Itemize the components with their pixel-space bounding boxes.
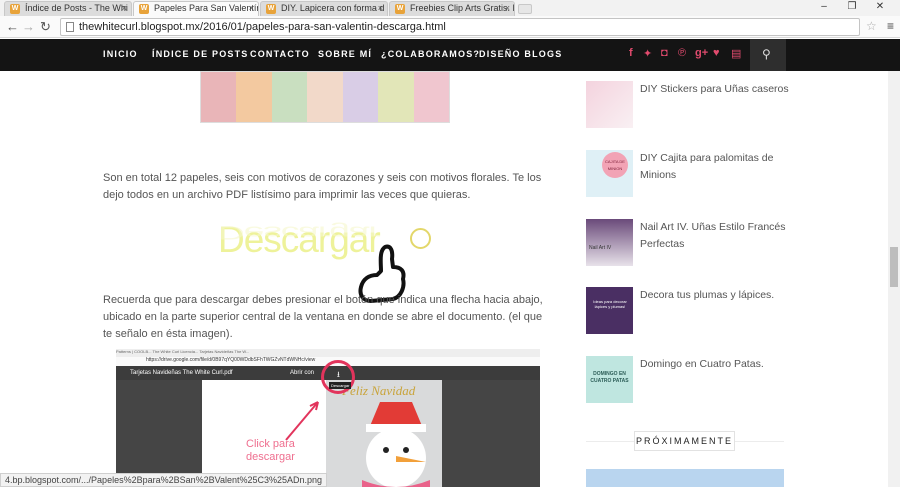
sidebar-thumb[interactable]: DOMINGO EN CUATRO PATAS xyxy=(586,356,633,403)
paper-swatch xyxy=(236,72,272,122)
facebook-icon[interactable]: f xyxy=(629,47,633,59)
forward-arrow-icon[interactable]: → xyxy=(22,19,35,35)
section-heading: PRÓXIMAMENTE xyxy=(634,431,735,451)
tab-label: Freebies Clip Arts Gratis. E xyxy=(410,3,515,13)
sidebar-thumb[interactable]: Ideas para decorar lápices y plumas! xyxy=(586,287,633,334)
ss-christmas-card: Feliz Navidad xyxy=(326,380,442,487)
nav-item-inicio[interactable]: INICIO xyxy=(103,49,138,59)
window-close-icon[interactable]: ✕ xyxy=(866,0,894,14)
tutorial-screenshot: Patterns | COOLB... The White Curl Licen… xyxy=(116,349,540,487)
paper-swatch xyxy=(271,72,308,122)
blog-favicon-icon: W xyxy=(266,4,276,14)
heart-icon[interactable]: ♥ xyxy=(713,47,720,59)
page-icon xyxy=(66,22,74,32)
ss-right-panel xyxy=(442,380,540,487)
papers-preview-image xyxy=(200,71,450,123)
sidebar-thumb[interactable]: CAJITA DE MINION xyxy=(586,150,633,197)
star-icon[interactable]: ☆ xyxy=(866,19,877,33)
address-url: thewhitecurl.blogspot.mx/2016/01/papeles… xyxy=(79,21,446,33)
paper-swatch xyxy=(413,72,449,122)
new-tab-button[interactable] xyxy=(518,4,532,14)
sidebar-post-title[interactable]: DIY Cajita para palomitas de Minions xyxy=(640,150,790,184)
instagram-icon[interactable]: ◘ xyxy=(661,47,668,59)
browser-tab[interactable]: W DIY. Lapicera con forma d × xyxy=(260,1,388,16)
back-arrow-icon[interactable]: ← xyxy=(6,19,19,35)
tab-label: DIY. Lapicera con forma d xyxy=(281,3,385,13)
sidebar-thumb-label: DOMINGO EN CUATRO PATAS xyxy=(590,371,629,384)
ss-left-panel xyxy=(116,380,202,487)
download-reflection: Descargar xyxy=(218,222,380,244)
twitter-icon[interactable]: ✦ xyxy=(643,47,652,60)
callout-arrow-icon xyxy=(285,401,319,441)
post-paragraph: Recuerda que para descargar debes presio… xyxy=(103,294,543,340)
address-bar[interactable]: thewhitecurl.blogspot.mx/2016/01/papeles… xyxy=(60,18,860,36)
ss-open-with: Abrir con xyxy=(290,370,315,376)
site-navigation: INICIO ÍNDICE DE POSTS CONTACTO SOBRE MÍ… xyxy=(0,39,900,71)
search-icon: ⚲ xyxy=(762,47,771,61)
ss-tooltip: Descargar xyxy=(329,382,352,389)
nav-item-colaboramos[interactable]: ¿COLABORAMOS? xyxy=(381,49,480,59)
tab-label: Papeles Para San Valentín xyxy=(154,3,259,13)
sidebar-thumb[interactable] xyxy=(586,81,633,128)
ss-doc-title: Tarjetas Navideñas The White Curl.pdf xyxy=(130,370,233,376)
search-button[interactable]: ⚲ xyxy=(750,39,786,71)
paper-swatch xyxy=(342,72,379,122)
reload-icon[interactable]: ↻ xyxy=(40,19,51,35)
paper-swatch xyxy=(378,72,414,122)
ss-card-title: Feliz Navidad xyxy=(342,383,416,398)
nav-item-diseno-blogs[interactable]: DISEÑO BLOGS xyxy=(479,49,562,59)
sidebar-post-title[interactable]: Nail Art IV. Uñas Estilo Francés Perfect… xyxy=(640,219,790,253)
blog-favicon-icon: W xyxy=(395,4,405,14)
status-bar: 4.bp.blogspot.com/.../Papeles%2Bpara%2BS… xyxy=(0,473,328,487)
close-icon[interactable]: × xyxy=(249,2,254,15)
sidebar-post-title[interactable]: Decora tus plumas y lápices. xyxy=(640,287,790,304)
paper-swatch xyxy=(201,72,237,122)
browser-tab[interactable]: W Índice de Posts - The Whi × xyxy=(4,1,132,16)
sidebar-thumb-label: Ideas para decorar lápices y plumas! xyxy=(593,299,627,309)
ss-browser-tabs: Patterns | COOLB... The White Curl Licen… xyxy=(116,349,540,357)
close-icon[interactable]: × xyxy=(505,2,510,15)
browser-tab[interactable]: W Freebies Clip Arts Gratis. E × xyxy=(389,1,515,16)
sidebar-post-title[interactable]: DIY Stickers para Uñas caseros xyxy=(640,81,790,98)
nav-item-contacto[interactable]: CONTACTO xyxy=(250,49,310,59)
upcoming-thumb[interactable] xyxy=(586,469,784,487)
snowman-illustration xyxy=(362,402,430,487)
minimize-icon[interactable]: – xyxy=(810,0,838,14)
browser-toolbar: ← → ↻ thewhitecurl.blogspot.mx/2016/01/p… xyxy=(0,16,900,38)
nav-item-sobre-mi[interactable]: SOBRE MÍ xyxy=(318,49,372,59)
paper-swatch xyxy=(307,72,343,122)
pinterest-icon[interactable]: ℗ xyxy=(678,47,686,59)
close-icon[interactable]: × xyxy=(122,2,127,15)
blog-favicon-icon: W xyxy=(10,4,20,14)
google-plus-icon[interactable]: g+ xyxy=(695,47,708,59)
sidebar-thumb-label: Nail Art IV xyxy=(589,245,612,251)
sidebar-thumb[interactable]: Nail Art IV xyxy=(586,219,633,266)
post-paragraph: Son en total 12 papeles, seis con motivo… xyxy=(103,172,542,201)
menu-icon[interactable]: ≡ xyxy=(887,19,894,33)
sidebar-thumb-label: CAJITA DE MINION xyxy=(602,152,628,178)
browser-tabstrip: W Índice de Posts - The Whi × W Papeles … xyxy=(0,0,900,16)
tab-label: Índice de Posts - The Whi xyxy=(25,3,128,13)
scrollbar-thumb[interactable] xyxy=(890,247,898,287)
scrollbar[interactable] xyxy=(888,71,900,487)
nav-item-indice[interactable]: ÍNDICE DE POSTS xyxy=(152,49,249,59)
book-icon[interactable]: ▤ xyxy=(731,47,741,60)
blog-favicon-icon: W xyxy=(139,4,149,14)
close-icon[interactable]: × xyxy=(378,2,383,15)
browser-tab-active[interactable]: W Papeles Para San Valentín × xyxy=(133,1,259,16)
download-icon: ⭳ xyxy=(337,370,340,379)
page-content: Son en total 12 papeles, seis con motivo… xyxy=(0,71,888,487)
ss-page-area: Click para descargar xyxy=(202,380,326,487)
sidebar-post-title[interactable]: Domingo en Cuatro Patas. xyxy=(640,356,790,373)
restore-icon[interactable]: ❐ xyxy=(838,0,866,14)
